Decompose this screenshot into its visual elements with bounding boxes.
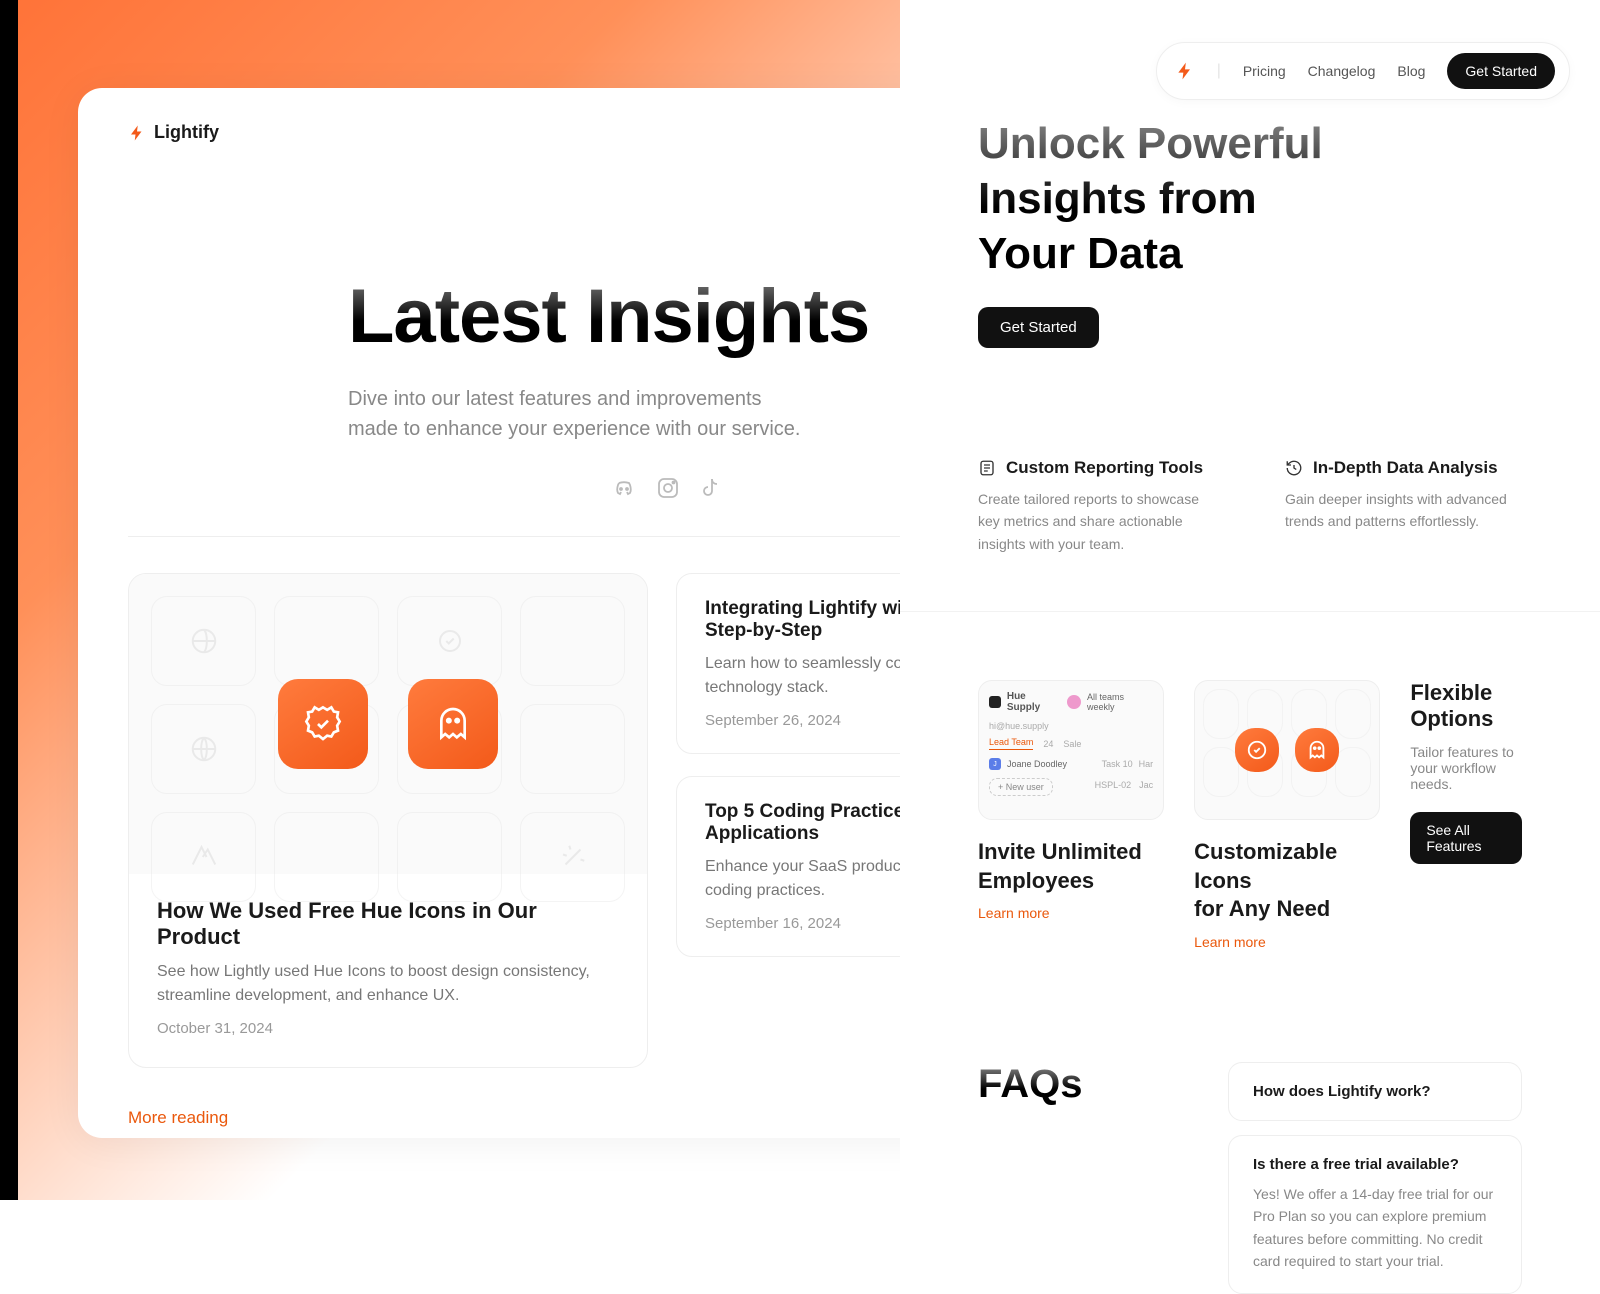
team-tab[interactable]: Lead Team (989, 737, 1033, 750)
task-label: Task 10 (1102, 759, 1133, 769)
landing-page-card: | Pricing Changelog Blog Get Started Unl… (900, 0, 1600, 1200)
learn-more-link[interactable]: Learn more (978, 905, 1050, 921)
lightning-icon (128, 124, 146, 142)
invite-employees-card: Hue Supply All teams weekly hi@hue.suppl… (978, 680, 1164, 923)
col-label: Har (1139, 759, 1154, 769)
instagram-icon[interactable] (656, 476, 680, 500)
pill-nav: | Pricing Changelog Blog Get Started (1156, 42, 1570, 100)
team-preview-image: Hue Supply All teams weekly hi@hue.suppl… (978, 680, 1164, 820)
card-title-l1: Customizable Icons (1194, 839, 1337, 893)
flex-title-l1: Flexible (1410, 680, 1492, 705)
hero-get-started-button[interactable]: Get Started (978, 307, 1099, 348)
see-all-features-button[interactable]: See All Features (1410, 812, 1522, 864)
ghost-icon-tile (408, 679, 498, 769)
features-row: Custom Reporting Tools Create tailored r… (900, 348, 1600, 555)
right-hero-l1: Unlock Powerful (978, 119, 1323, 168)
nav-pricing[interactable]: Pricing (1243, 63, 1286, 79)
hero-subtitle-l2: made to enhance your experience with our… (348, 418, 800, 440)
featured-post-image (129, 574, 647, 874)
history-icon (1285, 459, 1303, 477)
badge-icon-tile (278, 679, 368, 769)
feature-desc: Create tailored reports to showcase key … (978, 488, 1215, 555)
org-name: Hue Supply (1007, 691, 1061, 713)
sale-tab[interactable]: Sale (1063, 739, 1081, 749)
featured-post-desc: See how Lightly used Hue Icons to boost … (157, 960, 619, 1008)
faq-question: How does Lightify work? (1253, 1083, 1497, 1100)
feature-reporting: Custom Reporting Tools Create tailored r… (978, 458, 1215, 555)
learn-more-link[interactable]: Learn more (1194, 934, 1266, 950)
lightning-icon[interactable] (1175, 61, 1195, 81)
icons-preview-image (1194, 680, 1380, 820)
social-links (348, 476, 988, 500)
right-hero-l2: Insights from (978, 174, 1257, 223)
feature-title: In-Depth Data Analysis (1313, 458, 1498, 478)
flex-title-l2: Options (1410, 706, 1493, 731)
get-started-button[interactable]: Get Started (1447, 53, 1555, 89)
custom-icons-card: Customizable Icons for Any Need Learn mo… (1194, 680, 1380, 952)
tiktok-icon[interactable] (700, 476, 724, 500)
ghost-icon (1306, 739, 1328, 761)
clock-check-icon (1246, 739, 1268, 761)
feature-analysis: In-Depth Data Analysis Gain deeper insig… (1285, 458, 1522, 555)
feature-title: Custom Reporting Tools (1006, 458, 1203, 478)
faq-question: Is there a free trial available? (1253, 1156, 1497, 1173)
faqs-title: FAQs (978, 1062, 1188, 1107)
hero-title: Latest Insights (348, 273, 988, 360)
hero-subtitle-l1: Dive into our latest features and improv… (348, 388, 762, 410)
featured-post-card[interactable]: How We Used Free Hue Icons in Our Produc… (128, 573, 648, 1068)
card-title-l2: for Any Need (1194, 896, 1330, 921)
featured-post-date: October 31, 2024 (157, 1020, 619, 1037)
user-name: Joane Doodley (1007, 759, 1067, 769)
feature-desc: Gain deeper insights with advanced trend… (1285, 488, 1522, 533)
card-title-l2: Employees (978, 868, 1094, 893)
team-count: 24 (1043, 739, 1053, 749)
flex-desc: Tailor features to your workflow needs. (1410, 744, 1522, 792)
faq-item[interactable]: Is there a free trial available? Yes! We… (1228, 1135, 1522, 1294)
brand-name: Lightify (154, 122, 219, 143)
new-user-button[interactable]: + New user (989, 778, 1053, 796)
hspl-label: HSPL-02 (1095, 780, 1132, 790)
faq-item[interactable]: How does Lightify work? (1228, 1062, 1522, 1121)
right-hero-l3: Your Data (978, 229, 1183, 278)
jac-label: Jac (1139, 780, 1153, 790)
section-label: All teams weekly (1087, 692, 1153, 712)
discord-icon[interactable] (612, 476, 636, 500)
report-icon (978, 459, 996, 477)
nav-blog[interactable]: Blog (1397, 63, 1425, 79)
nav-changelog[interactable]: Changelog (1308, 63, 1376, 79)
faq-answer: Yes! We offer a 14-day free trial for ou… (1253, 1183, 1497, 1273)
card-title-l1: Invite Unlimited (978, 839, 1142, 864)
feature-cards-row: Hue Supply All teams weekly hi@hue.suppl… (900, 611, 1600, 952)
brand-logo[interactable]: Lightify (128, 122, 219, 143)
flexible-options: Flexible Options Tailor features to your… (1410, 680, 1522, 864)
faqs-section: FAQs How does Lightify work? Is there a … (900, 952, 1600, 1294)
org-email: hi@hue.supply (989, 721, 1153, 731)
featured-post-title: How We Used Free Hue Icons in Our Produc… (157, 898, 619, 950)
